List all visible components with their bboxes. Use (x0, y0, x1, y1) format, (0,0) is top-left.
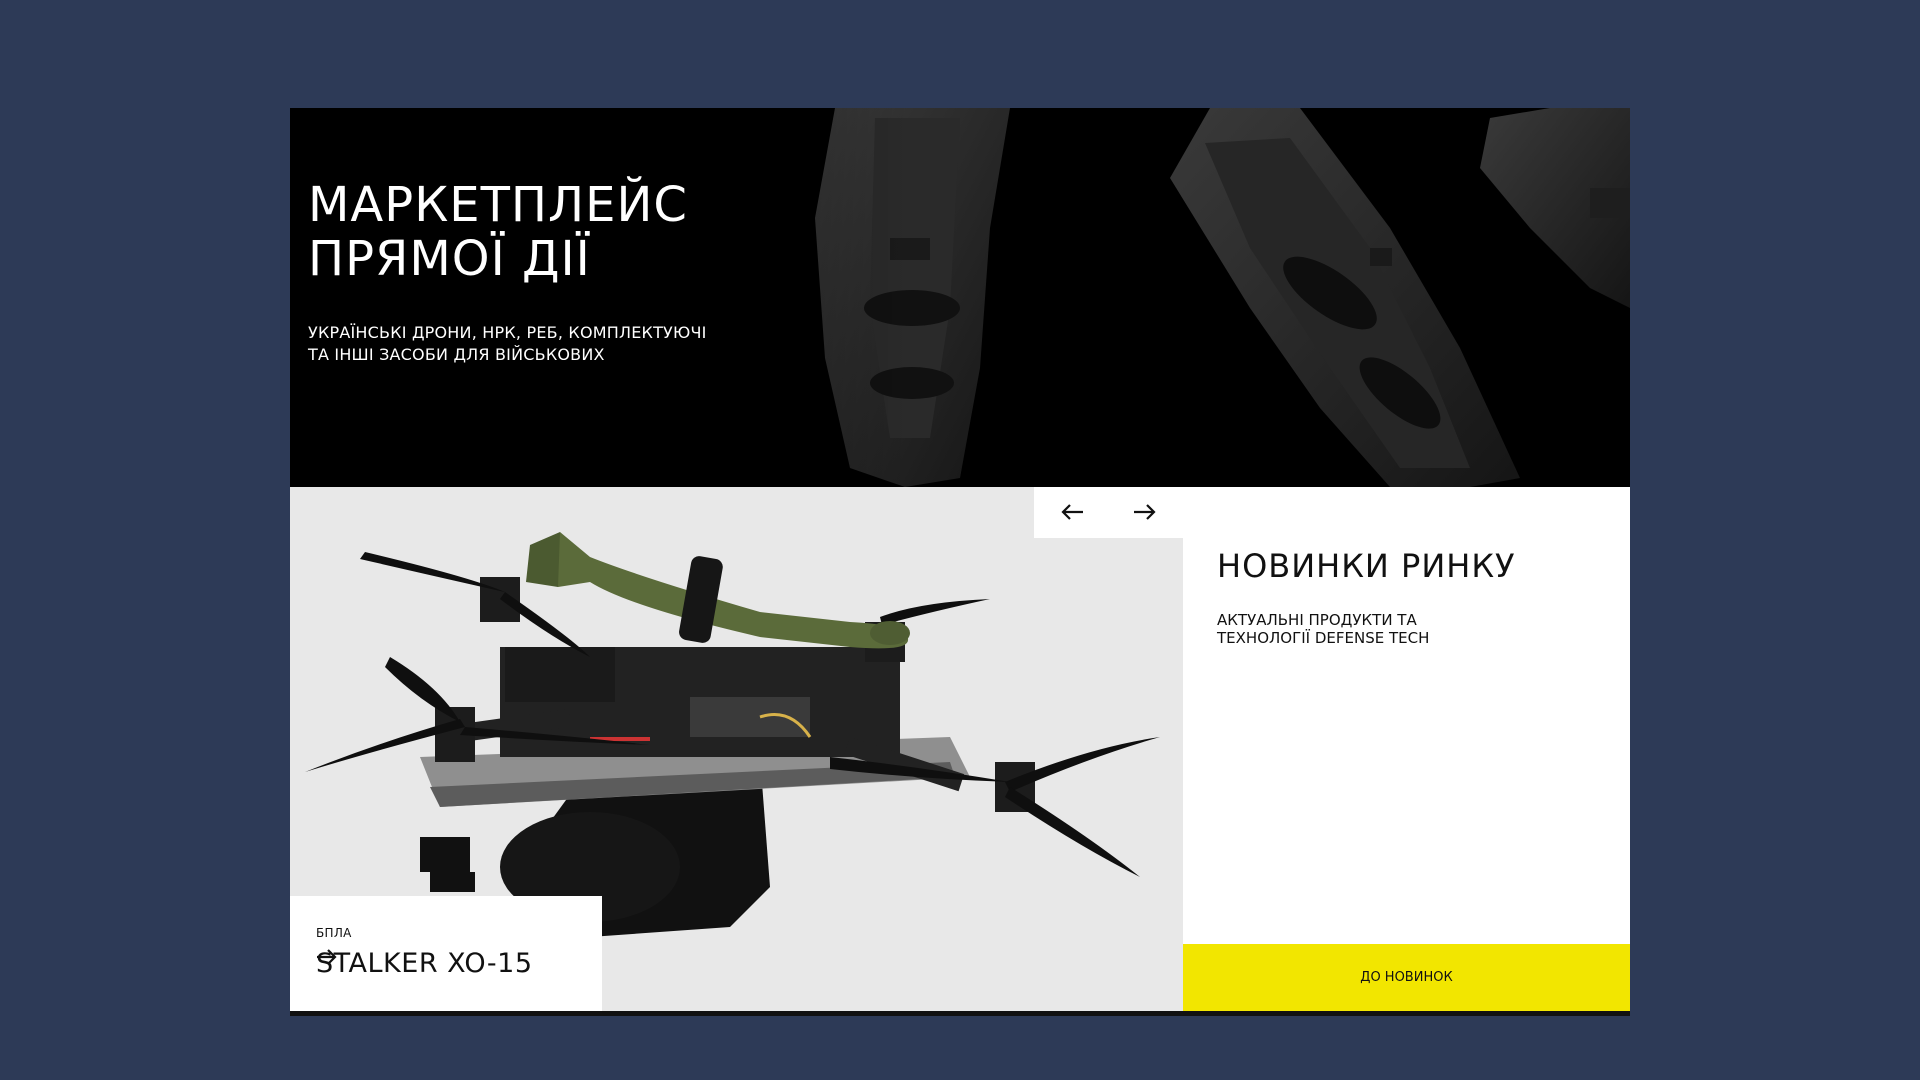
news-title: НОВИНКИ РИНКУ (1217, 547, 1516, 585)
news-subtitle-line: ТЕХНОЛОГІЇ DEFENSE TECH (1217, 629, 1430, 647)
hero-background-image (290, 108, 1630, 487)
market-news-panel: НОВИНКИ РИНКУ АКТУАЛЬНІ ПРОДУКТИ ТА ТЕХН… (1183, 487, 1630, 1011)
hero-subtitle: УКРАЇНСЬКІ ДРОНИ, НРК, РЕБ, КОМПЛЕКТУЮЧІ… (308, 322, 707, 366)
marketplace-banner: МАРКЕТПЛЕЙС ПРЯМОЇ ДІЇ УКРАЇНСЬКІ ДРОНИ,… (290, 108, 1630, 1016)
product-card[interactable]: БПЛА STALKER XO-15 (290, 896, 602, 1011)
product-slide[interactable]: БПЛА STALKER XO-15 (290, 487, 1183, 1011)
product-link[interactable]: STALKER XO-15 (316, 948, 533, 979)
news-subtitle: АКТУАЛЬНІ ПРОДУКТИ ТА ТЕХНОЛОГІЇ DEFENSE… (1217, 611, 1429, 647)
hero-subtitle-line: УКРАЇНСЬКІ ДРОНИ, НРК, РЕБ, КОМПЛЕКТУЮЧІ (308, 323, 707, 342)
to-news-button[interactable]: ДО НОВИНОК (1183, 944, 1630, 1011)
product-name: STALKER XO-15 (316, 948, 533, 979)
news-subtitle-line: АКТУАЛЬНІ ПРОДУКТИ ТА (1217, 611, 1417, 629)
hero-title: МАРКЕТПЛЕЙС ПРЯМОЇ ДІЇ (308, 178, 688, 286)
product-category: БПЛА (316, 926, 352, 940)
prev-slide-button[interactable] (1057, 499, 1087, 525)
hero-subtitle-line: ТА ІНШІ ЗАСОБИ ДЛЯ ВІЙСЬКОВИХ (308, 345, 605, 364)
hero-title-line: ПРЯМОЇ ДІЇ (308, 231, 591, 287)
bottom-divider (290, 1011, 1630, 1016)
arrow-right-icon (317, 949, 337, 965)
arrow-left-icon (1061, 504, 1083, 520)
hero-title-line: МАРКЕТПЛЕЙС (308, 177, 688, 233)
hero-section: МАРКЕТПЛЕЙС ПРЯМОЇ ДІЇ УКРАЇНСЬКІ ДРОНИ,… (290, 108, 1630, 487)
next-slide-button[interactable] (1130, 499, 1160, 525)
slider-nav (1034, 487, 1183, 538)
arrow-right-icon (1134, 504, 1156, 520)
